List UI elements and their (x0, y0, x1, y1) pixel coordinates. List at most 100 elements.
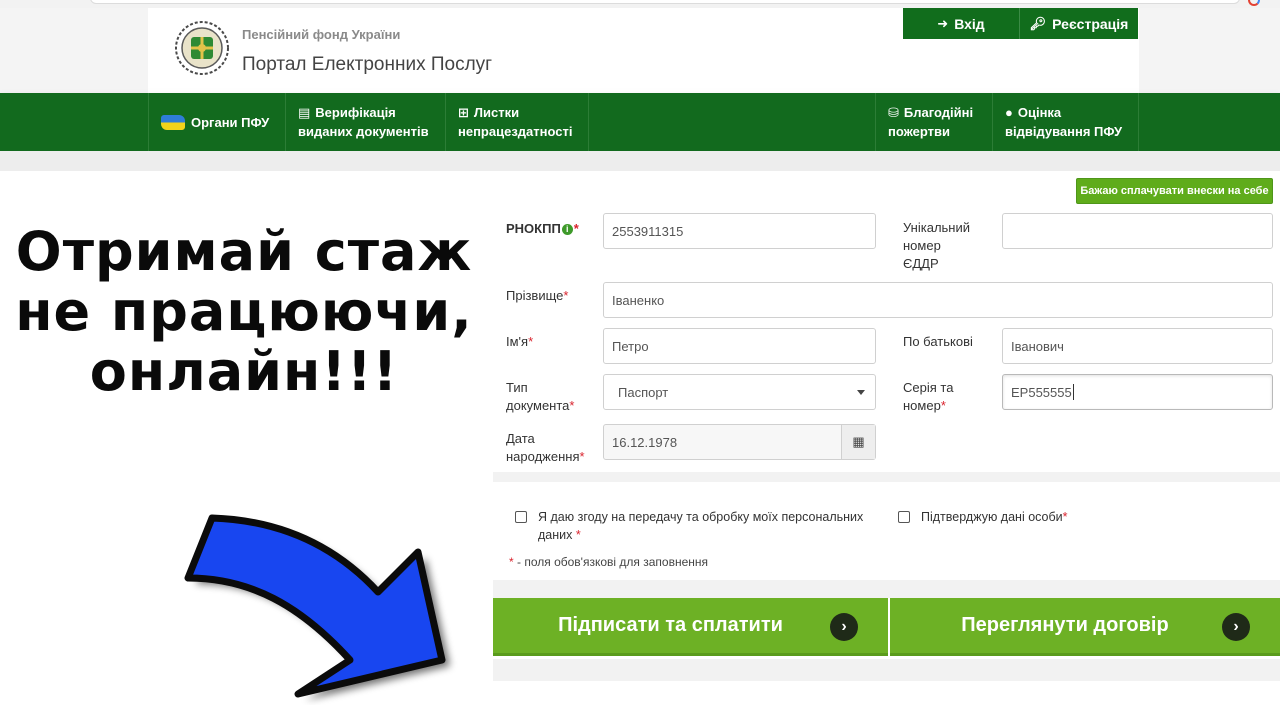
unique-label-line1: Унікальний (903, 220, 971, 235)
required-mark: * (528, 334, 534, 349)
confirm-label: Підтверджую дані особи* (921, 508, 1068, 526)
doctype-label-line1: Тип (506, 380, 528, 395)
caption-line3: онлайн!!! (89, 340, 399, 403)
birth-label-line1: Дата (506, 431, 535, 446)
required-mark: * (563, 288, 569, 303)
required-mark: * (573, 221, 579, 236)
series-label-line1: Серія та (903, 380, 954, 395)
address-bar[interactable] (90, 0, 1240, 4)
birthdate-input[interactable]: 16.12.1978 ▦ (603, 424, 876, 460)
doctype-label: Тип документа* (506, 379, 574, 415)
info-icon[interactable]: i (561, 224, 573, 235)
caption-line1: Отримай стаж (15, 220, 473, 283)
required-mark: * (579, 449, 585, 464)
confirm-label-text: Підтверджую дані особи (921, 510, 1063, 524)
name-label: Ім'я* (506, 333, 533, 351)
caret-down-icon (857, 390, 865, 395)
sign-and-pay-button[interactable]: Підписати та сплатити › (493, 598, 888, 656)
document-icon: ▤ (298, 105, 311, 120)
nav-item-sick-leave[interactable]: ⊞ Листки непрацездатності (446, 93, 589, 151)
browser-strip (0, 0, 1280, 8)
surname-input[interactable]: Іваненко (603, 282, 1273, 318)
ukraine-map-icon (161, 114, 185, 130)
unique-number-input[interactable] (1002, 213, 1273, 249)
nav-verif-line1: Верифікація (315, 105, 396, 120)
self-pay-button[interactable]: Бажаю сплачувати внески на себе (1076, 178, 1273, 204)
birthdate-value: 16.12.1978 (612, 434, 678, 450)
calendar-icon[interactable]: ▦ (841, 425, 875, 459)
form-divider (493, 472, 1280, 482)
view-contract-button[interactable]: Переглянути договір › (890, 598, 1280, 656)
login-label: Вхід (954, 15, 985, 32)
consent-line2: даних (538, 528, 573, 542)
buttons-divider (493, 580, 1280, 598)
nav-item-verification[interactable]: ▤ Верифікація виданих документів (286, 93, 446, 151)
bottom-strip (493, 659, 1280, 681)
screen: Пенсійний фонд України Портал Електронни… (0, 0, 1280, 720)
register-label: Реєстрація (1052, 15, 1129, 32)
birthdate-label: Дата народження* (506, 430, 585, 466)
caption-line2: не працюючи, (15, 280, 473, 343)
confirm-checkbox[interactable] (898, 511, 910, 523)
name-label-text: Ім'я (506, 334, 529, 349)
register-button[interactable]: 🔑︎ Реєстрація (1020, 8, 1138, 39)
doctype-value: Паспорт (618, 384, 669, 400)
series-input[interactable]: ЕР555555 (1002, 374, 1273, 410)
consent-checkbox[interactable] (515, 511, 527, 523)
nav-shadow-strip (0, 151, 1280, 171)
surname-label-text: Прізвище (506, 288, 564, 303)
login-button[interactable]: ➜ Вхід (903, 8, 1020, 39)
unique-label-line3: ЄДДР (903, 256, 939, 271)
google-icon (1248, 0, 1260, 6)
medkit-icon: ⊞ (458, 105, 469, 120)
main-nav: Органи ПФУ ▤ Верифікація виданих документ… (0, 93, 1280, 151)
view-button-label: Переглянути договір (961, 614, 1169, 636)
required-mark: * (1062, 510, 1068, 524)
nav-item-rating[interactable]: ● Оцінка відвідування ПФУ (993, 93, 1139, 151)
series-label: Серія та номер* (903, 379, 953, 415)
unique-number-label: Унікальний номер ЄДДР (903, 219, 970, 273)
nav-item-organy[interactable]: Органи ПФУ (148, 93, 286, 151)
nav-lystky-line1: Листки (473, 105, 520, 120)
unique-label-line2: номер (903, 238, 941, 253)
nav-organy-label: Органи ПФУ (191, 114, 270, 130)
series-value: ЕР555555 (1011, 384, 1072, 400)
rnokpp-label-text: РНОКПП (506, 221, 561, 236)
chevron-right-icon: › (830, 613, 858, 641)
nav-verif-line2: виданих документів (298, 124, 429, 139)
nav-lystky-line2: непрацездатності (458, 124, 573, 139)
birth-label-line2: народження (506, 449, 580, 464)
rnokpp-input[interactable]: 2553911315 (603, 213, 876, 249)
auth-bar: ➜ Вхід 🔑︎ Реєстрація (903, 8, 1138, 39)
series-label-line2: номер (903, 398, 941, 413)
rnokpp-label: РНОКПП i * (506, 220, 579, 238)
consent-label: Я даю згоду на передачу та обробку моїх … (538, 508, 863, 544)
org-name: Пенсійний фонд України (242, 27, 401, 42)
nav-otsinka-line1: Оцінка (1017, 105, 1062, 120)
hint-text: - поля обов'язкові для заповнення (517, 555, 709, 569)
big-arrow-icon (184, 514, 450, 700)
portal-name[interactable]: Портал Електронних Послуг (242, 54, 492, 76)
doctype-label-line2: документа (506, 398, 570, 413)
nav-blag-line2: пожертви (888, 124, 951, 139)
patronymic-label: По батькові (903, 334, 973, 349)
key-icon: 🔑︎ (1029, 15, 1047, 31)
required-mark: * (509, 555, 514, 569)
nav-item-donations[interactable]: ⛁ Благодійні пожертви (875, 93, 993, 151)
sign-in-icon: ➜ (937, 15, 949, 31)
required-hint: * - поля обов'язкові для заповнення (509, 555, 708, 569)
text-cursor (1072, 384, 1074, 400)
required-mark: * (575, 528, 581, 542)
coins-icon: ⛁ (888, 105, 899, 120)
required-mark: * (569, 398, 575, 413)
chevron-right-icon: › (1222, 613, 1250, 641)
doctype-select[interactable]: Паспорт (603, 374, 876, 410)
pfu-logo-icon (175, 21, 229, 75)
consent-line1: Я даю згоду на передачу та обробку моїх … (538, 510, 864, 524)
nav-blag-line1: Благодійні (903, 105, 974, 120)
required-mark: * (940, 398, 946, 413)
patronymic-input[interactable]: Іванович (1002, 328, 1273, 364)
nav-otsinka-line2: відвідування ПФУ (1005, 124, 1123, 139)
name-input[interactable]: Петро (603, 328, 876, 364)
surname-label: Прізвище* (506, 287, 568, 305)
